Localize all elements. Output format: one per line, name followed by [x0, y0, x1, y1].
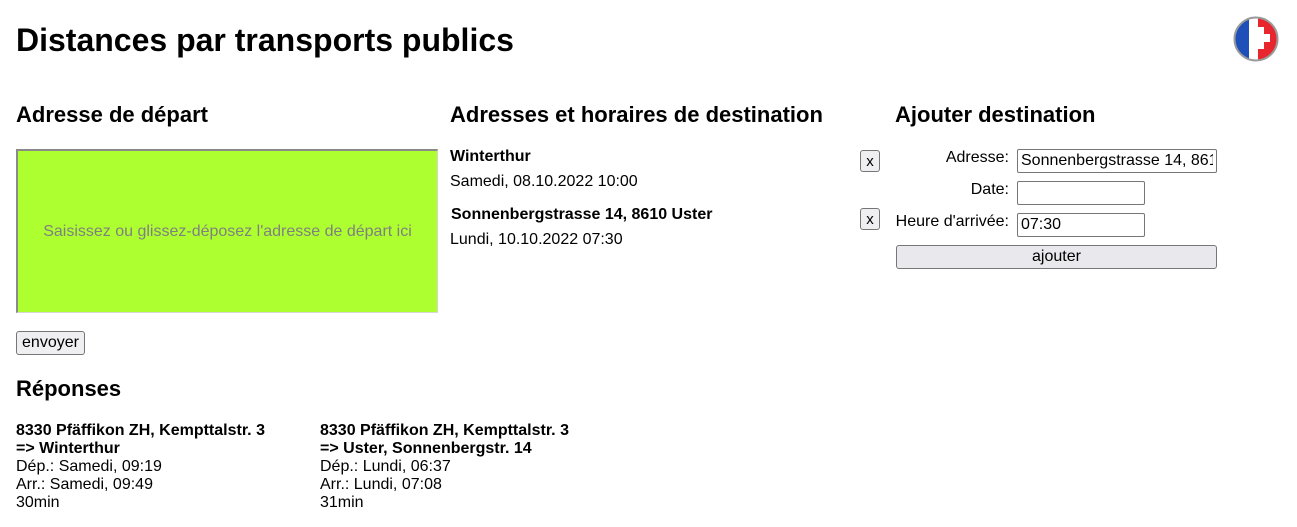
response-arrival: Arr.: Lundi, 07:08: [320, 476, 442, 493]
response-origin: 8330 Pfäffikon ZH, Kempttalstr. 3: [320, 422, 569, 439]
responses-heading: Réponses: [16, 376, 122, 401]
response-origin: 8330 Pfäffikon ZH, Kempttalstr. 3: [16, 422, 265, 439]
destination-time: Samedi, 08.10.2022 10:00: [450, 173, 638, 190]
depart-heading: Adresse de départ: [16, 102, 208, 127]
response-item: 8330 Pfäffikon ZH, Kempttalstr. 3 => Ust…: [320, 422, 569, 512]
destination-name: Winterthur: [450, 148, 531, 165]
remove-destination-button[interactable]: x: [860, 208, 880, 230]
response-departure: Dép.: Lundi, 06:37: [320, 458, 451, 475]
date-label: Date:: [970, 181, 1009, 198]
destinations-heading: Adresses et horaires de destination: [450, 102, 823, 127]
arrival-time-label: Heure d'arrivée:: [895, 213, 1009, 230]
response-item: 8330 Pfäffikon ZH, Kempttalstr. 3 => Win…: [16, 422, 265, 512]
response-duration: 30min: [16, 494, 60, 511]
destination-time: Lundi, 10.10.2022 07:30: [450, 231, 623, 248]
response-departure: Dép.: Samedi, 09:19: [16, 458, 162, 475]
add-destination-heading: Ajouter destination: [895, 102, 1096, 127]
date-input[interactable]: [1017, 181, 1145, 205]
destination-name: Sonnenbergstrasse 14, 8610 Uster: [451, 206, 713, 223]
swiss-french-flag-icon[interactable]: [1233, 16, 1279, 62]
send-button[interactable]: envoyer: [16, 331, 85, 355]
response-duration: 31min: [320, 494, 364, 511]
response-destination: => Winterthur: [16, 440, 120, 457]
dropzone-placeholder: Saisissez ou glissez-déposez l'adresse d…: [43, 222, 412, 240]
add-button[interactable]: ajouter: [896, 245, 1217, 269]
arrival-time-input[interactable]: [1017, 213, 1145, 237]
response-destination: => Uster, Sonnenbergstr. 14: [320, 440, 532, 457]
response-arrival: Arr.: Samedi, 09:49: [16, 476, 153, 493]
depart-address-dropzone[interactable]: Saisissez ou glissez-déposez l'adresse d…: [16, 149, 438, 313]
page-title: Distances par transports publics: [16, 22, 514, 58]
remove-destination-button[interactable]: x: [860, 150, 880, 172]
address-label: Adresse:: [945, 149, 1009, 166]
address-input[interactable]: [1017, 149, 1217, 173]
